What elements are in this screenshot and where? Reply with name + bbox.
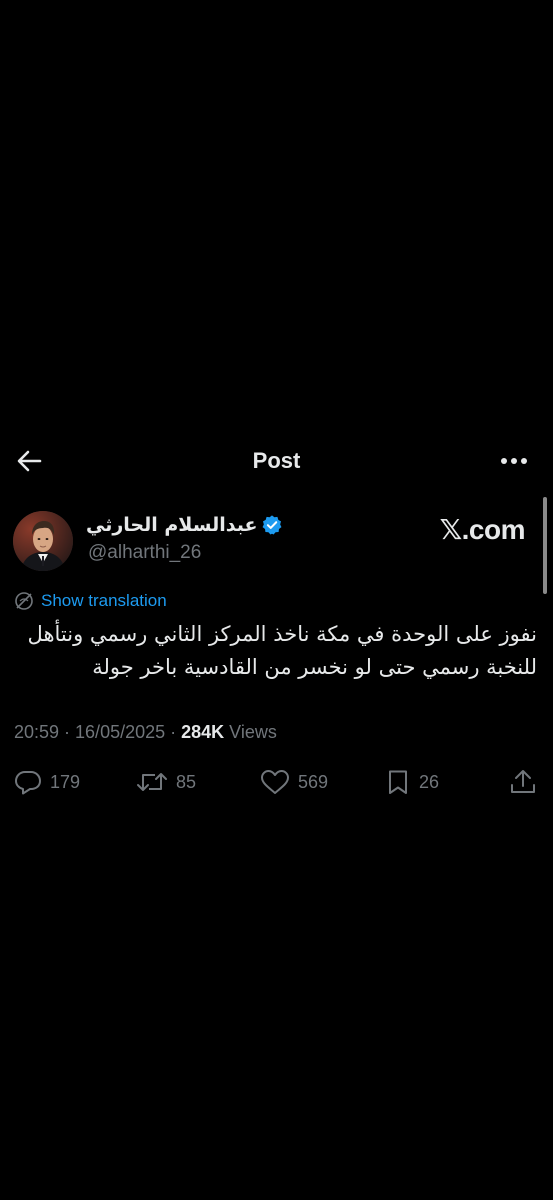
more-horizontal-icon (500, 457, 528, 465)
like-button[interactable]: 569 (260, 762, 328, 802)
post-header: Post (0, 436, 553, 486)
views-label: Views (224, 722, 277, 742)
share-button[interactable] (509, 762, 537, 802)
reply-icon (14, 769, 42, 795)
author-name[interactable]: عبدالسلام الحارثي (86, 514, 257, 536)
repost-button[interactable]: 85 (136, 762, 196, 802)
page-title: Post (252, 448, 301, 473)
bookmark-button[interactable]: 26 (385, 762, 439, 802)
share-icon (509, 768, 537, 796)
post-timestamp[interactable]: 20:59 · 16/05/2025 · (14, 722, 181, 742)
more-options-button[interactable] (497, 446, 531, 476)
brand-watermark: 𝕏.com (439, 514, 526, 545)
show-translation-label[interactable]: Show translation (41, 591, 167, 611)
show-translation-button[interactable]: Show translation (14, 591, 167, 611)
bookmark-icon (385, 769, 411, 795)
reply-button[interactable]: 179 (14, 762, 80, 802)
bookmark-count: 26 (419, 771, 440, 792)
heart-icon (260, 769, 290, 795)
author-name-row[interactable]: عبدالسلام الحارثي (86, 514, 283, 536)
author-handle[interactable]: @alharthi_26 (88, 542, 201, 564)
action-bar: 179 85 569 26 (0, 762, 553, 806)
views-count[interactable]: 284K (181, 722, 224, 742)
post-meta: 20:59 · 16/05/2025 · 284K Views (14, 722, 277, 743)
globe-icon (14, 591, 34, 611)
repost-icon (136, 769, 168, 795)
reply-count: 179 (50, 771, 81, 792)
repost-count: 85 (176, 771, 197, 792)
verified-badge-icon (261, 514, 283, 536)
avatar[interactable] (13, 511, 73, 571)
post-text: نفوز على الوحدة في مكة ناخذ المركز الثان… (27, 622, 537, 679)
scrollbar[interactable] (543, 497, 547, 594)
like-count: 569 (298, 771, 329, 792)
